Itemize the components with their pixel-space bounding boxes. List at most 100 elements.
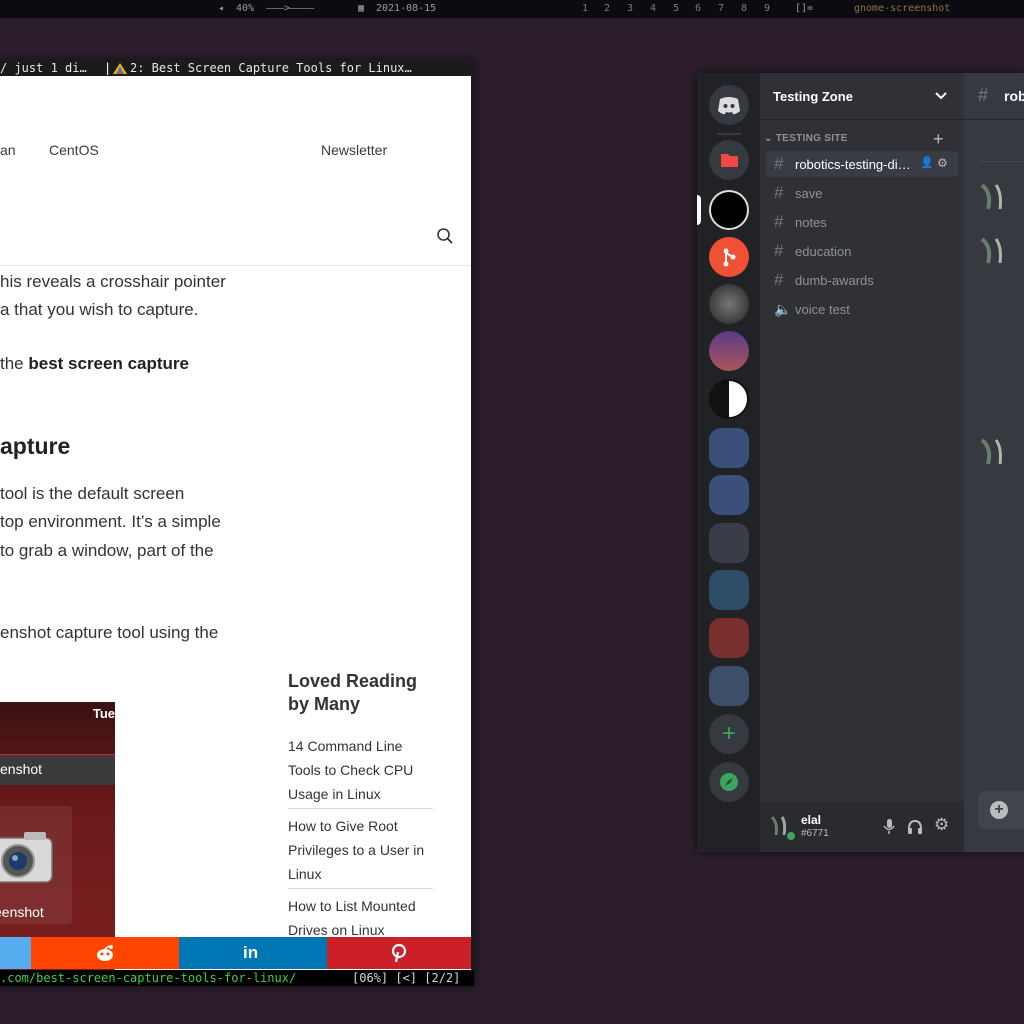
server-list: + [697, 73, 760, 852]
channel-voice-test[interactable]: 🔈 voice test [766, 296, 958, 322]
search-icon[interactable] [436, 227, 454, 245]
channel-education[interactable]: # education [766, 238, 958, 264]
avatar[interactable] [768, 813, 797, 842]
hash-icon: # [774, 154, 784, 173]
workspace-7[interactable]: 7 [718, 3, 724, 14]
share-bar: in [0, 937, 471, 969]
explore-servers-button[interactable] [709, 762, 749, 802]
plant-avatar-icon [980, 237, 1002, 264]
guild-divider [717, 133, 741, 135]
channel-category[interactable]: ⌄ TESTING SITE [764, 133, 848, 144]
server-icon-avatar[interactable] [709, 331, 749, 371]
channel-save[interactable]: # save [766, 180, 958, 206]
discord-home-button[interactable] [709, 85, 749, 125]
server-folder-6[interactable] [709, 666, 749, 706]
channel-sidebar: Testing Zone ⌄ TESTING SITE + # robotics… [760, 73, 964, 852]
channel-dumb-awards[interactable]: # dumb-awards [766, 267, 958, 293]
server-icon-grey[interactable] [709, 284, 749, 324]
layout-indicator[interactable]: []= [795, 3, 813, 14]
create-channel-icon[interactable]: + [933, 129, 944, 150]
tab-separator: | [104, 61, 112, 75]
channel-robotics-testing[interactable]: # robotics-testing-di… 👤 ⚙ [766, 151, 958, 177]
discord-window: + Testing Zone ⌄ TESTING SITE + # roboti… [697, 73, 1024, 852]
share-pinterest-button[interactable] [327, 937, 471, 969]
status-line: .com/best-screen-capture-tools-for-linux… [0, 970, 474, 986]
server-icon-git[interactable] [709, 237, 749, 277]
plant-avatar-icon [980, 438, 1002, 465]
chat-area: # rob + [964, 73, 1024, 852]
attach-plus-icon[interactable]: + [990, 801, 1008, 819]
camera-icon [0, 832, 53, 883]
hash-icon: # [774, 270, 784, 289]
server-folder-1[interactable] [709, 428, 749, 468]
server-folder-2[interactable] [709, 475, 749, 515]
paragraph-best-tools: the best screen capture [0, 354, 189, 374]
paragraph-line: his reveals a crosshair pointer [0, 272, 226, 291]
image-search-bar: enshot [0, 754, 115, 785]
clock-text: Tue [92, 706, 115, 721]
server-name: Testing Zone [773, 89, 853, 104]
online-status-dot [785, 830, 797, 842]
workspace-3[interactable]: 3 [627, 3, 633, 14]
plus-icon: + [721, 720, 736, 747]
user-panel: elal #6771 ⚙ [760, 802, 964, 852]
add-server-button[interactable]: + [709, 714, 749, 754]
sidebar-article-link[interactable]: How to Give Root Privileges to a User in… [288, 814, 433, 889]
server-icon-red-folder[interactable] [709, 140, 749, 180]
web-page: an CentOS Newsletter his reveals a cross… [0, 76, 471, 970]
workspace-8[interactable]: 8 [741, 3, 747, 14]
server-folder-3[interactable] [709, 523, 749, 563]
sidebar-article-link[interactable]: 14 Command Line Tools to Check CPU Usage… [288, 734, 433, 809]
server-folder-5[interactable] [709, 618, 749, 658]
linkedin-icon: in [243, 943, 259, 962]
workspace-2[interactable]: 2 [604, 3, 610, 14]
channel-notes[interactable]: # notes [766, 209, 958, 235]
message-input[interactable]: + [978, 791, 1024, 829]
server-folder-4[interactable] [709, 570, 749, 610]
nav-link-centos[interactable]: CentOS [49, 142, 99, 158]
paragraph-text: the [0, 354, 29, 373]
channel-name: robotics-testing-di… [795, 157, 911, 172]
paragraph-line: to grab a window, part of the [0, 541, 214, 560]
workspace-1[interactable]: 1 [582, 3, 588, 14]
workspace-6[interactable]: 6 [695, 3, 701, 14]
status-info: [06%] [<] [2/2] [352, 971, 461, 985]
article-screenshot-image: Tue enshot eenshot [0, 702, 115, 970]
channel-name: notes [795, 215, 827, 230]
microphone-icon[interactable] [883, 819, 895, 835]
hash-icon: # [978, 85, 989, 105]
bold-text: best screen capture [28, 354, 189, 373]
reddit-icon [97, 945, 113, 961]
volume-icon: ◂ [218, 3, 225, 14]
server-header[interactable]: Testing Zone [760, 73, 964, 120]
gear-icon[interactable]: ⚙ [937, 156, 948, 170]
chat-divider [978, 161, 1024, 162]
channel-name: education [795, 244, 852, 259]
nav-link-newsletter[interactable]: Newsletter [321, 142, 387, 158]
pinterest-icon [391, 943, 407, 963]
share-linkedin-button[interactable]: in [179, 937, 327, 969]
nav-divider [0, 265, 471, 266]
nav-link-debian[interactable]: an [0, 142, 16, 158]
server-icon-testing-zone[interactable] [709, 190, 749, 230]
invite-icon[interactable]: 👤 [920, 156, 934, 169]
workspace-9[interactable]: 9 [764, 3, 770, 14]
paragraph-line: a that you wish to capture. [0, 300, 199, 319]
server-icon-half-circle[interactable] [709, 379, 749, 419]
tab-2[interactable]: 2: Best Screen Capture Tools for Linux… [130, 61, 412, 75]
top-status-bar: ◂ 40% ———>———— ▦ 2021-08-15 1 2 3 4 5 6 … [0, 0, 1024, 18]
hash-icon: # [774, 241, 784, 260]
share-reddit-button[interactable] [31, 937, 179, 969]
date-text: 2021-08-15 [376, 3, 437, 14]
tab-1[interactable]: / just 1 di… [0, 61, 87, 75]
paragraph-line: enshot capture tool using the [0, 623, 219, 642]
headphones-icon[interactable] [907, 819, 923, 835]
workspace-5[interactable]: 5 [673, 3, 679, 14]
active-window-title: gnome-screenshot [854, 3, 951, 14]
compass-icon [720, 773, 738, 791]
section-heading: apture [0, 433, 71, 459]
settings-gear-icon[interactable]: ⚙ [934, 815, 949, 835]
discord-logo-icon [718, 97, 740, 115]
share-twitter-button[interactable] [0, 937, 31, 969]
workspace-4[interactable]: 4 [650, 3, 656, 14]
